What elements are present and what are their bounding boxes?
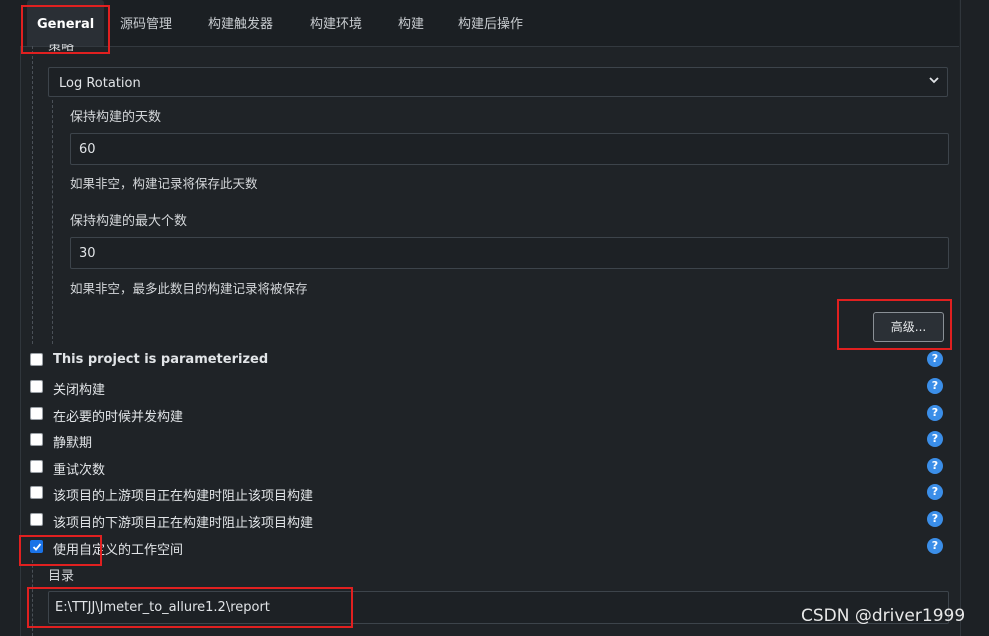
days-to-keep-label: 保持构建的天数: [70, 110, 162, 125]
subsection-guide: [52, 100, 53, 344]
help-icon[interactable]: ?: [927, 431, 943, 447]
section-guide: [32, 46, 33, 344]
concurrent-build-checkbox[interactable]: [30, 407, 43, 420]
tab-build-environment[interactable]: 构建环境: [310, 0, 362, 46]
advanced-button[interactable]: 高级...: [873, 312, 944, 342]
option-label: 在必要的时候并发构建: [53, 410, 184, 425]
strategy-label: 策略: [48, 44, 75, 52]
days-to-keep-help: 如果非空，构建记录将保存此天数: [70, 176, 258, 191]
max-builds-value: 30: [79, 246, 96, 261]
help-icon[interactable]: ?: [927, 538, 943, 554]
help-icon[interactable]: ?: [927, 484, 943, 500]
help-icon[interactable]: ?: [927, 511, 943, 527]
option-block-upstream: 该项目的上游项目正在构建时阻止该项目构建 ?: [30, 484, 950, 504]
workspace-directory-label: 目录: [48, 569, 75, 584]
help-icon[interactable]: ?: [927, 405, 943, 421]
tab-source-management[interactable]: 源码管理: [120, 0, 172, 46]
max-builds-help: 如果非空，最多此数目的构建记录将被保存: [70, 281, 308, 296]
workspace-guide: [32, 560, 33, 636]
option-quiet-period: 静默期 ?: [30, 431, 950, 451]
help-icon[interactable]: ?: [927, 378, 943, 394]
checkmark-icon: [32, 543, 42, 551]
max-builds-label: 保持构建的最大个数: [70, 214, 188, 229]
help-icon[interactable]: ?: [927, 351, 943, 367]
block-downstream-checkbox[interactable]: [30, 513, 43, 526]
option-label: This project is parameterized: [53, 352, 269, 367]
days-to-keep-input[interactable]: 60: [70, 133, 949, 165]
option-block-downstream: 该项目的下游项目正在构建时阻止该项目构建 ?: [30, 511, 950, 531]
option-custom-workspace: 使用自定义的工作空间 ?: [30, 538, 950, 558]
quiet-period-checkbox[interactable]: [30, 433, 43, 446]
option-parameterized: This project is parameterized ?: [30, 351, 950, 371]
option-label: 关闭构建: [53, 383, 106, 398]
option-concurrent-build: 在必要的时候并发构建 ?: [30, 405, 950, 425]
disable-build-checkbox[interactable]: [30, 380, 43, 393]
retry-count-checkbox[interactable]: [30, 460, 43, 473]
option-label: 该项目的下游项目正在构建时阻止该项目构建: [53, 516, 314, 531]
workspace-directory-value: E:\TTJJ\Jmeter_to_allure1.2\report: [55, 600, 270, 615]
watermark: CSDN @driver1999: [801, 606, 966, 626]
max-builds-input[interactable]: 30: [70, 237, 949, 269]
tab-post-build-actions[interactable]: 构建后操作: [458, 0, 523, 46]
days-to-keep-value: 60: [79, 142, 96, 157]
option-retry-count: 重试次数 ?: [30, 458, 950, 478]
custom-workspace-checkbox[interactable]: [30, 540, 43, 553]
chevron-down-icon: [929, 77, 939, 84]
block-upstream-checkbox[interactable]: [30, 486, 43, 499]
option-label: 重试次数: [53, 463, 106, 478]
strategy-selected-value: Log Rotation: [59, 76, 141, 91]
tab-build-triggers[interactable]: 构建触发器: [208, 0, 273, 46]
strategy-select[interactable]: Log Rotation: [48, 67, 948, 97]
parameterized-checkbox[interactable]: [30, 353, 43, 366]
help-icon[interactable]: ?: [927, 458, 943, 474]
option-label: 静默期: [53, 436, 93, 451]
tab-general[interactable]: General: [27, 0, 105, 46]
option-label: 使用自定义的工作空间: [53, 543, 184, 558]
tab-build[interactable]: 构建: [398, 0, 424, 46]
option-disable-build: 关闭构建 ?: [30, 378, 950, 398]
option-label: 该项目的上游项目正在构建时阻止该项目构建: [53, 489, 314, 504]
